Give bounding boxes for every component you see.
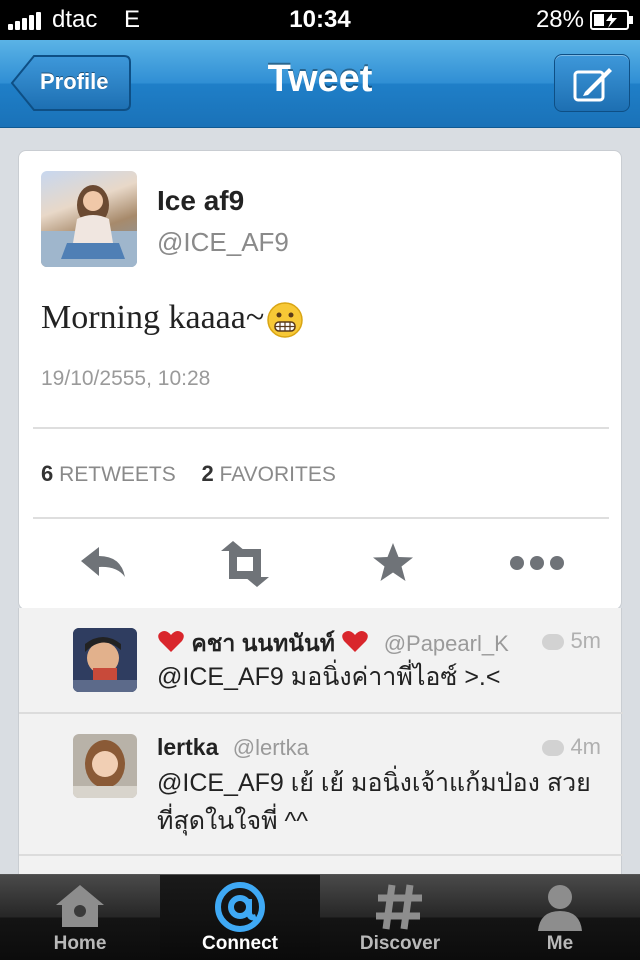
page-title: Tweet <box>267 58 373 100</box>
list-item[interactable]: คชา นนทนันท์ @Papearl_K 5m @ICE_AF9 มอนิ… <box>19 608 623 712</box>
hashtag-icon <box>376 884 422 930</box>
reply-time: 4m <box>542 734 601 760</box>
reply-author-name: lertka <box>157 734 219 760</box>
retweets-count[interactable]: 6 <box>41 461 53 486</box>
grimacing-face-icon <box>267 302 304 338</box>
reply-time-text: 5m <box>570 628 601 653</box>
reply-author-handle: @Papearl_K <box>383 631 509 656</box>
reply-time-text: 4m <box>570 734 601 759</box>
tweet-timestamp: 19/10/2555, 10:28 <box>41 367 211 390</box>
compose-icon <box>573 68 612 102</box>
author-avatar[interactable] <box>41 171 137 267</box>
retweet-button[interactable] <box>215 539 275 589</box>
divider <box>19 854 623 856</box>
reply-author[interactable]: lertka @lertka <box>157 734 309 761</box>
compose-button[interactable] <box>554 54 630 112</box>
status-bar: dtac E 10:34 28% <box>0 0 640 40</box>
tab-me[interactable]: Me <box>480 875 640 960</box>
home-icon <box>56 885 104 927</box>
avatar[interactable] <box>73 734 137 798</box>
tab-connect-label: Connect <box>202 933 278 954</box>
heart-icon <box>158 631 184 652</box>
divider <box>33 517 609 519</box>
reply-author[interactable]: คชา นนทนันท์ @Papearl_K <box>157 626 509 662</box>
favorites-label[interactable]: FAVORITES <box>220 463 336 486</box>
tab-me-label: Me <box>546 933 574 954</box>
reply-text: @ICE_AF9 เย้ เย้ มอนิ่งเจ้าแก้มป่อง สวยท… <box>157 769 591 835</box>
retweet-icon <box>221 541 269 587</box>
comment-bubble-icon <box>542 740 565 757</box>
tweet-text: Morning kaaaa~ <box>41 299 265 336</box>
author-handle[interactable]: @ICE_AF9 <box>157 227 289 258</box>
reply-button[interactable] <box>73 539 133 589</box>
list-item[interactable]: lertka @lertka 4m @ICE_AF9 เย้ เย้ มอนิ่… <box>19 714 623 854</box>
heart-icon <box>342 631 369 652</box>
tweet-actions <box>19 539 623 589</box>
reply-time: 5m <box>542 628 601 654</box>
comment-bubble-icon <box>542 634 565 651</box>
battery-percent: 28% <box>535 6 584 33</box>
more-icon <box>510 556 564 570</box>
reply-author-name: คชา นนทนันท์ <box>191 630 335 656</box>
battery-icon <box>590 10 633 30</box>
tab-connect[interactable]: Connect <box>160 875 320 960</box>
favorites-count[interactable]: 2 <box>201 461 213 486</box>
divider <box>33 427 609 429</box>
tab-discover-label: Discover <box>359 933 441 954</box>
person-icon <box>538 885 582 931</box>
avatar[interactable] <box>73 628 137 692</box>
reply-author-handle: @lertka <box>232 735 309 760</box>
nav-bar: Profile Tweet <box>0 40 640 128</box>
reply-icon <box>81 547 125 577</box>
reply-list: คชา นนทนันท์ @Papearl_K 5m @ICE_AF9 มอนิ… <box>18 608 623 874</box>
tab-home[interactable]: Home <box>0 875 160 960</box>
retweets-label[interactable]: RETWEETS <box>59 463 176 486</box>
favorite-icon <box>373 543 413 581</box>
tweet-card: Ice af9 @ICE_AF9 Morning kaaaa~ 19/10/25… <box>18 150 622 610</box>
author-name[interactable]: Ice af9 <box>157 185 244 217</box>
at-icon <box>215 882 265 932</box>
tab-home-label: Home <box>53 933 107 954</box>
tweet-stats: 6 RETWEETS 2 FAVORITES <box>41 461 336 487</box>
tweet-body: Morning kaaaa~ <box>41 299 304 339</box>
reply-text: @ICE_AF9 มอนิ่งค่าาพี่ไอซ์ >.< <box>157 663 501 691</box>
more-button[interactable] <box>507 539 567 589</box>
tab-bar: Home Connect Discover Me <box>0 874 640 960</box>
favorite-button[interactable] <box>363 539 423 589</box>
tab-discover[interactable]: Discover <box>320 875 480 960</box>
